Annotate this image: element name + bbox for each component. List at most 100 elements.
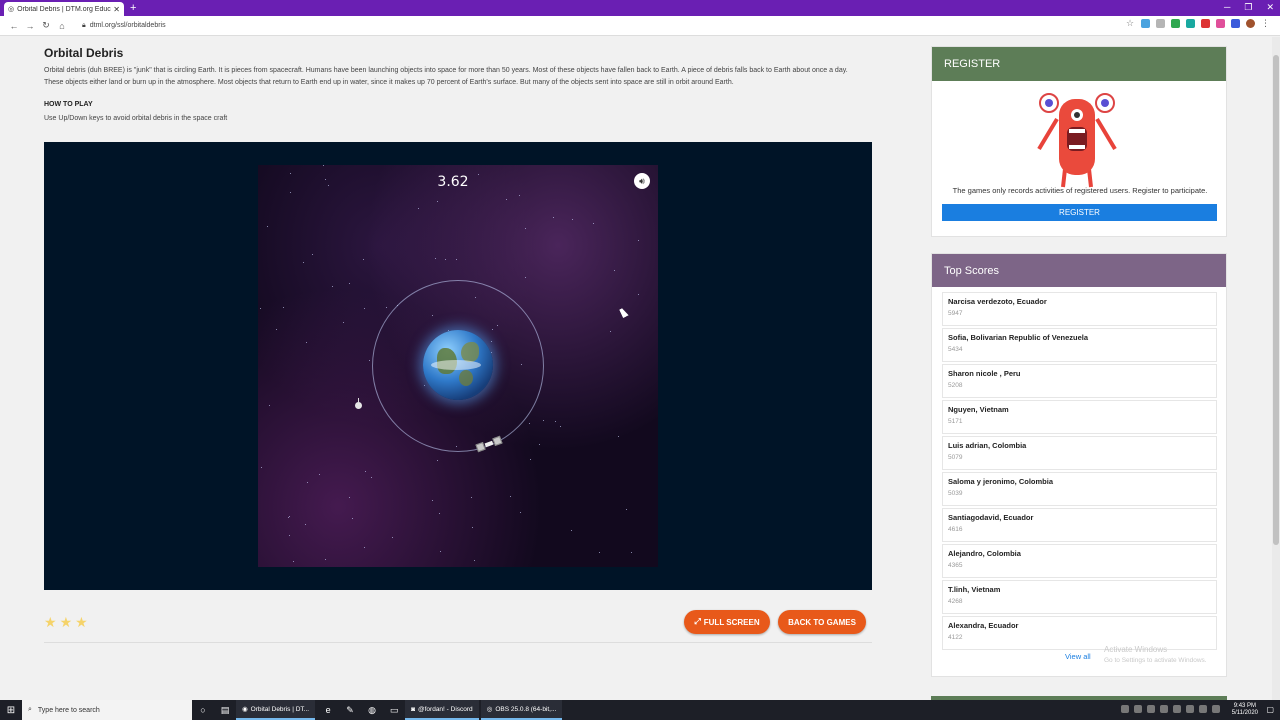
- back-icon[interactable]: ←: [6, 21, 22, 31]
- tray-icon[interactable]: [1147, 705, 1155, 713]
- register-button[interactable]: REGISTER: [942, 204, 1217, 221]
- extension-icon[interactable]: [1216, 19, 1225, 28]
- star-particle: [288, 517, 289, 518]
- cortana-icon[interactable]: ○: [192, 705, 214, 715]
- sound-toggle-icon[interactable]: 🔊︎: [634, 173, 650, 189]
- star-particle: [364, 308, 365, 309]
- obs-icon: ◎: [486, 706, 493, 713]
- star-particle: [363, 259, 364, 260]
- star-particle: [439, 513, 440, 514]
- watermark-subtitle: Go to Settings to activate Windows.: [1104, 657, 1207, 664]
- task-view-icon[interactable]: ▤: [214, 705, 236, 716]
- home-icon[interactable]: ⌂: [54, 21, 70, 31]
- taskbar-app-chrome[interactable]: ◉ Orbital Debris | DT...: [236, 700, 316, 720]
- extension-icon[interactable]: [1201, 19, 1210, 28]
- star-rating[interactable]: ★ ★ ★: [44, 614, 88, 631]
- page-scrollbar[interactable]: [1272, 37, 1280, 700]
- game-frame: 3.62 🔊︎: [44, 142, 872, 590]
- pen-app-icon[interactable]: ✎: [339, 705, 361, 716]
- star-particle: [555, 421, 556, 422]
- star-particle: [631, 552, 632, 553]
- tray-icon[interactable]: [1121, 705, 1129, 713]
- star-particle: [349, 497, 350, 498]
- tray-icon[interactable]: [1134, 705, 1142, 713]
- score-entry: Nguyen, Vietnam 5171: [942, 400, 1217, 434]
- page-title: Orbital Debris: [44, 46, 124, 60]
- tray-icon[interactable]: [1212, 705, 1220, 713]
- taskbar-app-obs[interactable]: ◎ OBS 25.0.8 (64-bit,...: [480, 700, 563, 720]
- menu-icon[interactable]: ⋮: [1261, 19, 1270, 28]
- reload-icon[interactable]: ↻: [38, 20, 54, 31]
- star-icon[interactable]: ★: [75, 614, 88, 631]
- address-bar[interactable]: 🔒︎ dtml.org/ssl/orbitaldebris: [82, 22, 166, 30]
- maximize-icon[interactable]: ❐: [1244, 2, 1252, 13]
- score-entry: Sofia, Bolivarian Republic of Venezuela …: [942, 328, 1217, 362]
- spacecraft-body: [484, 440, 494, 448]
- star-particle: [261, 467, 262, 468]
- register-card: REGISTER The games only records activiti…: [931, 46, 1227, 237]
- game-description: Orbital debris (duh BREE) is "junk" that…: [44, 67, 848, 86]
- score-player-name: Narcisa verdezoto, Ecuador: [948, 297, 1047, 306]
- tray-icon[interactable]: [1186, 705, 1194, 713]
- star-particle: [312, 254, 313, 255]
- firefox-icon[interactable]: ◍: [361, 705, 383, 716]
- score-player-name: Luis adrian, Colombia: [948, 441, 1027, 450]
- expand-icon: ⤢: [694, 617, 701, 626]
- windows-start-icon[interactable]: ⊞: [0, 705, 22, 716]
- star-particle: [386, 307, 387, 308]
- tray-icon[interactable]: [1173, 705, 1181, 713]
- game-canvas[interactable]: 3.62 🔊︎: [258, 165, 658, 567]
- star-particle: [437, 201, 438, 202]
- browser-toolbar: ← → ↻ ⌂ 🔒︎ dtml.org/ssl/orbitaldebris ☆ ⋮: [0, 16, 1280, 36]
- minimize-icon[interactable]: ─: [1224, 2, 1230, 13]
- extension-icon[interactable]: [1186, 19, 1195, 28]
- back-to-games-button[interactable]: BACK TO GAMES: [778, 610, 866, 634]
- star-icon[interactable]: ★: [44, 614, 57, 631]
- scrollbar-thumb[interactable]: [1273, 55, 1279, 545]
- system-clock[interactable]: 9:43 PM 5/11/2020: [1232, 703, 1258, 717]
- star-icon[interactable]: ★: [60, 614, 73, 631]
- profile-avatar[interactable]: [1246, 19, 1255, 28]
- taskbar-app-label: Orbital Debris | DT...: [250, 705, 310, 713]
- earth-planet: [423, 330, 493, 400]
- browser-tab[interactable]: ◎ Orbital Debris | DTM.org Educa ✕: [4, 2, 124, 16]
- file-explorer-icon[interactable]: ▭: [383, 705, 405, 716]
- score-player-name: Saloma y jeronimo, Colombia: [948, 477, 1054, 486]
- forward-icon[interactable]: →: [22, 21, 38, 31]
- taskbar-search-placeholder: Type here to search: [37, 706, 100, 714]
- star-particle: [471, 497, 472, 498]
- full-screen-button[interactable]: ⤢ FULL SCREEN: [684, 610, 770, 634]
- edge-icon[interactable]: e: [317, 705, 339, 715]
- extension-icon[interactable]: [1231, 19, 1240, 28]
- score-points: 4365: [948, 562, 963, 569]
- taskbar-search[interactable]: ⌕ Type here to search: [22, 700, 192, 720]
- view-all-link[interactable]: View all: [1065, 652, 1091, 661]
- extension-icon[interactable]: [1141, 19, 1150, 28]
- how-to-play-text: Use Up/Down keys to avoid orbital debris…: [44, 115, 228, 122]
- score-points: 4268: [948, 598, 963, 605]
- score-player-name: Alejandro, Colombia: [948, 549, 1021, 558]
- discord-icon: ◙: [411, 705, 416, 713]
- score-points: 5947: [948, 310, 963, 317]
- tab-title: Orbital Debris | DTM.org Educa: [17, 5, 112, 13]
- close-window-icon[interactable]: ✕: [1266, 2, 1274, 13]
- bookmark-star-icon[interactable]: ☆: [1126, 19, 1135, 28]
- new-tab-icon[interactable]: +: [130, 2, 136, 14]
- taskbar-app-discord[interactable]: ◙ @fordan! - Discord: [405, 700, 479, 720]
- star-particle: [349, 283, 350, 284]
- notification-icon[interactable]: ▢: [1266, 705, 1274, 714]
- star-particle: [323, 165, 324, 166]
- tray-icon[interactable]: [1199, 705, 1207, 713]
- score-entry: Narcisa verdezoto, Ecuador 5947: [942, 292, 1217, 326]
- tray-icon[interactable]: [1160, 705, 1168, 713]
- extension-icon[interactable]: [1171, 19, 1180, 28]
- star-particle: [307, 482, 308, 483]
- star-particle: [510, 496, 511, 497]
- extension-icon[interactable]: [1156, 19, 1165, 28]
- close-tab-icon[interactable]: ✕: [113, 5, 120, 14]
- star-particle: [560, 426, 561, 427]
- star-particle: [435, 258, 436, 259]
- browser-tab-bar: ◎ Orbital Debris | DTM.org Educa ✕ + ─ ❐…: [0, 0, 1280, 16]
- star-particle: [472, 527, 473, 528]
- star-particle: [267, 226, 268, 227]
